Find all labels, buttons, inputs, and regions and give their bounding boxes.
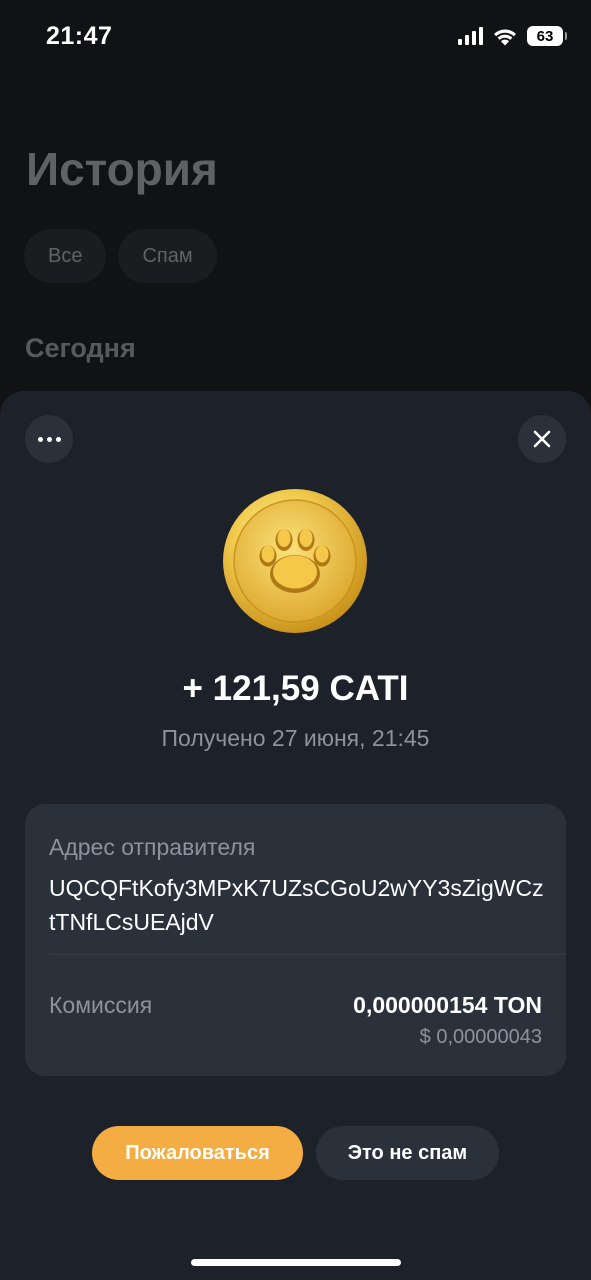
- wifi-icon: [494, 29, 516, 45]
- fee-usd-value: $ 0,00000043: [419, 1026, 542, 1048]
- close-icon: [533, 430, 551, 448]
- status-bar: 21:47 63: [0, 0, 591, 76]
- fee-label: Комиссия: [49, 992, 153, 1018]
- sender-address-value[interactable]: UQCQFtKofy3MPxK7UZsCGoU2wYY3sZigWCztTNfL…: [49, 871, 549, 939]
- more-button[interactable]: [25, 415, 73, 463]
- filter-tab-spam[interactable]: Спам: [118, 229, 217, 283]
- transaction-amount: + 121,59 CATI: [182, 669, 409, 708]
- transaction-sheet: + 121,59 CATI Получено 27 июня, 21:45 Ад…: [0, 391, 591, 1280]
- home-indicator[interactable]: [191, 1259, 401, 1266]
- battery-icon: 63: [527, 26, 567, 46]
- status-time: 21:47: [46, 22, 113, 50]
- filter-tab-all[interactable]: Все: [24, 229, 107, 283]
- received-date: Получено 27 июня, 21:45: [161, 725, 430, 751]
- status-icons: 63: [458, 26, 567, 46]
- sender-address-label: Адрес отправителя: [49, 834, 256, 860]
- section-title-today: Сегодня: [25, 333, 136, 363]
- details-card: Адрес отправителя UQCQFtKofy3MPxK7UZsCGo…: [25, 804, 566, 1076]
- report-button[interactable]: Пожаловаться: [92, 1126, 303, 1180]
- divider: [49, 954, 566, 955]
- close-button[interactable]: [518, 415, 566, 463]
- fee-value: 0,000000154 TON: [353, 992, 542, 1018]
- not-spam-button[interactable]: Это не спам: [316, 1126, 499, 1180]
- paw-coin-icon: [223, 489, 367, 633]
- cellular-signal-icon: [458, 27, 483, 45]
- page-title: История: [26, 143, 218, 195]
- filter-tabs: Все Спам: [24, 229, 217, 283]
- more-horizontal-icon: [37, 436, 61, 442]
